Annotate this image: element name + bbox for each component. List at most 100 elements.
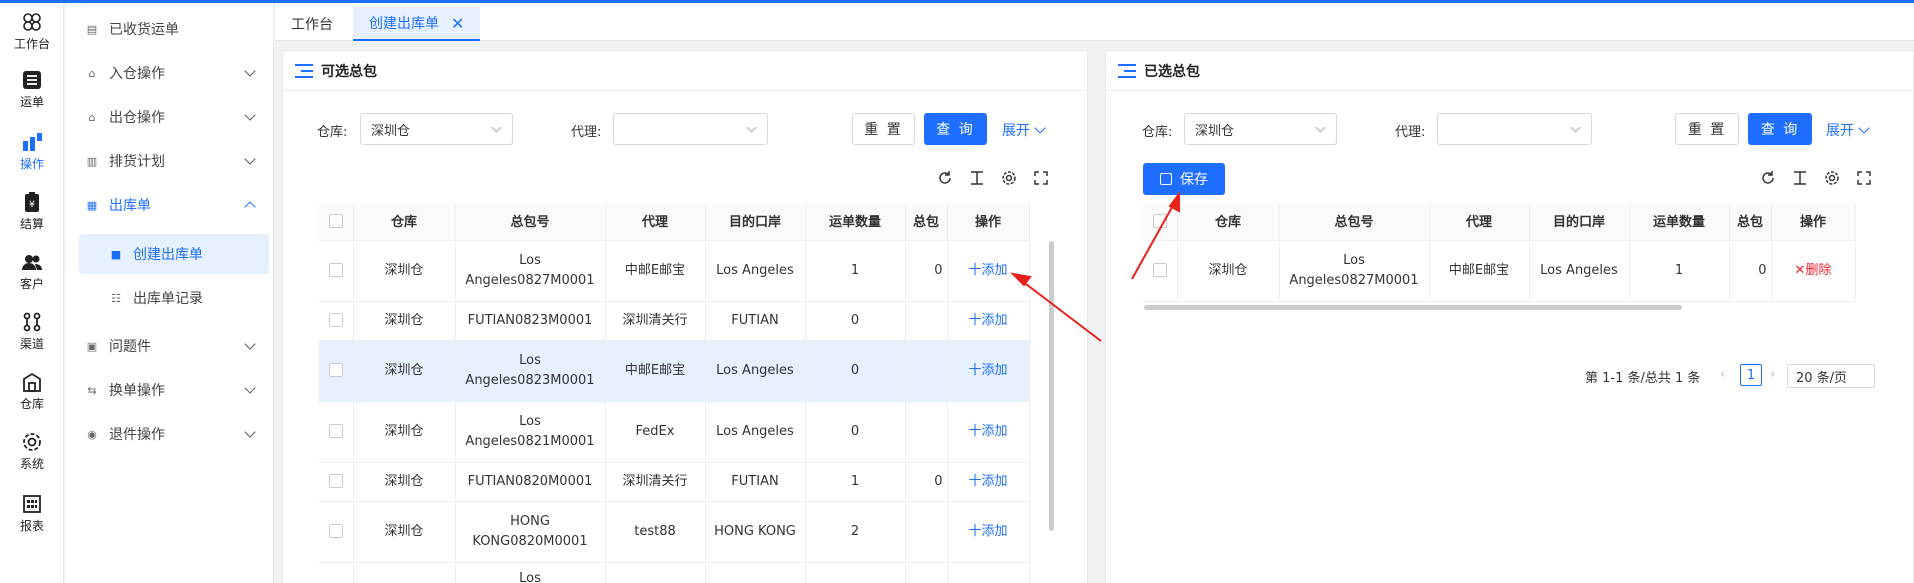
prev-page-icon[interactable]: ‹ [1720, 367, 1725, 382]
menu-outorder[interactable]: ▦ 出库单 [65, 185, 274, 225]
warehouse-select[interactable]: 深圳仓 [1184, 113, 1337, 145]
refresh-icon[interactable] [936, 169, 954, 187]
chevron-down-icon [1315, 122, 1326, 133]
icon-rail: 工作台 运单 操作 ¥ 结算 客户 渠道 仓库 系统 报表 [0, 3, 64, 583]
tab-label: 创建出库单 [369, 16, 439, 32]
select-all-cell[interactable] [1143, 202, 1178, 241]
chevron-up-icon [244, 201, 256, 213]
tab-workbench[interactable]: 工作台 [275, 7, 349, 41]
menu-create-outorder[interactable]: ■ 创建出库单 [79, 234, 269, 274]
select-all-checkbox[interactable] [328, 213, 343, 228]
cell-package: Los [455, 562, 606, 583]
sub-menu: ▤ 已收货运单 ⌂ 入仓操作 ⌂ 出仓操作 ▥ 排货计划 ▦ 出库单 ■ 创建出库单 ☷ 出库… [65, 3, 274, 583]
row-checkbox[interactable] [328, 363, 343, 377]
cell-port: FUTIAN [705, 301, 806, 341]
rail-channel[interactable]: 渠道 [0, 311, 64, 352]
menu-refund[interactable]: ◉ 退件操作 [65, 414, 274, 454]
menu-schedule[interactable]: ▥ 排货计划 [65, 141, 274, 181]
available-table: 仓库 总包号 代理 目的口岸 运单数量 总包 操作 深圳仓 Los Angele… [319, 202, 1030, 583]
warehouse-value: 深圳仓 [371, 124, 411, 139]
cell-port: HONG KONG [705, 501, 806, 563]
tab-create-outorder[interactable]: 创建出库单 ✕ [353, 7, 481, 41]
settings-icon[interactable] [1000, 169, 1018, 187]
menu-change[interactable]: ⇆ 换单操作 [65, 370, 274, 410]
select-all-checkbox[interactable] [1152, 213, 1167, 228]
column-header: 代理 [605, 202, 706, 241]
menu-fold-icon [295, 63, 313, 78]
fullscreen-icon[interactable] [1032, 169, 1050, 187]
menu-inbound[interactable]: ⌂ 入仓操作 [65, 53, 274, 93]
close-icon[interactable]: ✕ [451, 14, 464, 33]
column-header: 操作 [1771, 202, 1856, 241]
add-button[interactable]: 十添加 [968, 524, 1007, 539]
add-button[interactable]: 十添加 [968, 424, 1007, 439]
reset-button[interactable]: 重 置 [852, 113, 915, 145]
refresh-icon[interactable] [1759, 169, 1777, 187]
rail-label: 工作台 [13, 37, 50, 51]
density-icon[interactable] [968, 169, 986, 187]
add-button[interactable]: 十添加 [968, 474, 1007, 489]
page-number[interactable]: 1 [1740, 364, 1762, 386]
rail-settlement[interactable]: ¥ 结算 [0, 191, 64, 232]
agent-select[interactable] [613, 113, 768, 145]
rail-report[interactable]: 报表 [0, 493, 64, 534]
menu-outorder-records[interactable]: ☷ 出库单记录 [65, 278, 274, 318]
chevron-down-icon [491, 122, 502, 133]
query-button[interactable]: 查 询 [924, 113, 987, 145]
filter-bar: 仓库: 深圳仓 代理: 重 置 查 询 展开 [1106, 113, 1913, 147]
density-icon[interactable] [1791, 169, 1809, 187]
select-all-cell[interactable] [319, 202, 354, 241]
column-header: 仓库 [1177, 202, 1280, 241]
rail-customer[interactable]: 客户 [0, 251, 64, 292]
row-checkbox[interactable] [328, 474, 343, 488]
chevron-down-icon [1034, 122, 1046, 134]
page-size-select[interactable]: 20 条/页 [1787, 364, 1875, 388]
rail-system[interactable]: 系统 [0, 431, 64, 472]
row-checkbox[interactable] [328, 424, 343, 438]
cell-warehouse [353, 562, 456, 583]
rail-workbench[interactable]: 工作台 [0, 11, 64, 52]
save-button[interactable]: 保存 [1143, 163, 1225, 195]
panel-title: 已选总包 [1144, 63, 1200, 80]
problem-icon: ▣ [86, 339, 98, 353]
menu-outbound[interactable]: ⌂ 出仓操作 [65, 97, 274, 137]
reset-button[interactable]: 重 置 [1675, 113, 1739, 145]
query-button[interactable]: 查 询 [1748, 113, 1812, 145]
rail-waybill[interactable]: 运单 [0, 69, 64, 110]
vertical-scrollbar[interactable] [1049, 241, 1054, 531]
expand-label: 展开 [1002, 123, 1030, 139]
add-button[interactable]: 十添加 [968, 313, 1007, 328]
table-row: 深圳仓 Los Angeles0827M0001 中邮E邮宝 Los Angel… [1143, 240, 1856, 302]
cell-port: Los Angeles [1529, 240, 1630, 302]
add-button[interactable]: 十添加 [968, 263, 1007, 278]
table-row: 深圳仓 HONG KONG0820M0001 test88 HONG KONG … [319, 501, 1030, 563]
panel-header: 可选总包 [283, 51, 1087, 91]
agent-select[interactable] [1437, 113, 1592, 145]
waybill-icon [23, 71, 41, 89]
menu-problem[interactable]: ▣ 问题件 [65, 326, 274, 366]
report-icon [23, 495, 41, 513]
row-checkbox[interactable] [328, 524, 343, 538]
cell-agent: 中邮E邮宝 [1429, 240, 1530, 302]
expand-toggle[interactable]: 展开 [1826, 120, 1870, 140]
settings-icon[interactable] [1823, 169, 1841, 187]
rail-warehouse[interactable]: 仓库 [0, 371, 64, 412]
fullscreen-icon[interactable] [1855, 169, 1873, 187]
rail-operation[interactable]: 操作 [0, 131, 64, 172]
button-label: 重 置 [1687, 122, 1727, 138]
row-checkbox[interactable] [1152, 263, 1167, 277]
add-button[interactable]: 十添加 [968, 363, 1007, 378]
next-page-icon[interactable]: › [1770, 367, 1775, 382]
cell-warehouse: 深圳仓 [353, 301, 456, 341]
horizontal-scrollbar[interactable] [1144, 305, 1682, 310]
row-checkbox[interactable] [328, 263, 343, 277]
row-checkbox[interactable] [328, 313, 343, 327]
expand-toggle[interactable]: 展开 [1002, 120, 1046, 140]
menu-label: 换单操作 [109, 383, 165, 399]
rail-label: 系统 [19, 457, 44, 471]
delete-button[interactable]: ✕删除 [1795, 263, 1832, 278]
menu-received[interactable]: ▤ 已收货运单 [65, 9, 274, 49]
filter-bar: 仓库: 深圳仓 代理: 重 置 查 询 展开 [283, 113, 1087, 147]
warehouse-select[interactable]: 深圳仓 [360, 113, 513, 145]
outbound-icon: ⌂ [88, 110, 96, 124]
